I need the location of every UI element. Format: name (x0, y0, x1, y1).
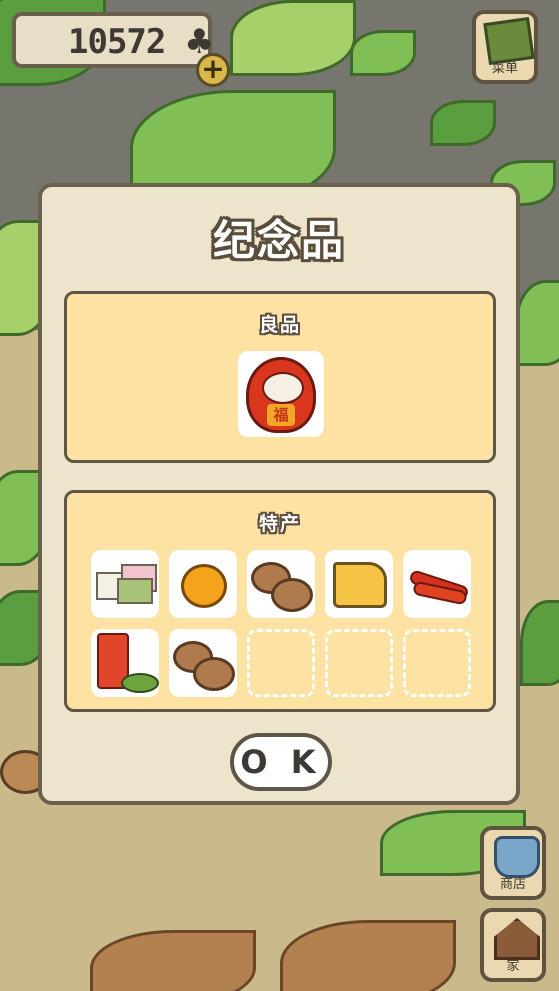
specialty-section: 特产 (64, 490, 496, 712)
item-slot-cheese[interactable] (325, 550, 393, 618)
clover-count: 10572 (68, 22, 166, 62)
tea-leaves-icon (121, 673, 159, 693)
empty-slot (403, 629, 471, 697)
home-button[interactable]: 家 (480, 908, 546, 982)
empty-slot (247, 629, 315, 697)
specialty-title: 特产 (258, 513, 301, 535)
item-slot-manju-2[interactable] (169, 629, 237, 697)
good-items-title: 良品 (258, 314, 301, 336)
menu-button[interactable]: 菜单 (472, 10, 538, 84)
orange-icon (181, 564, 227, 608)
souvenir-dialog: 纪念品 良品 福 特产 O K (38, 183, 520, 805)
ok-button[interactable]: O K (230, 733, 332, 791)
item-slot-orange[interactable] (169, 550, 237, 618)
shop-label: 商店 (499, 877, 526, 892)
daruma-icon: 福 (246, 357, 316, 433)
empty-slot (325, 629, 393, 697)
item-slot-chili[interactable] (403, 550, 471, 618)
item-slot-tea-tin[interactable] (91, 629, 159, 697)
menu-label: 菜单 (491, 61, 518, 76)
dialog-title: 纪念品 (212, 216, 345, 265)
bun-icon (193, 657, 235, 691)
leaf (430, 100, 496, 146)
bun-icon (271, 578, 313, 612)
leaf (230, 0, 356, 76)
shop-bag-icon (494, 836, 540, 878)
home-label: 家 (506, 959, 520, 974)
leaf (350, 30, 416, 76)
item-slot-manju[interactable] (247, 550, 315, 618)
mochi-green-icon (117, 578, 153, 604)
clover-counter: 10572 ♣ (12, 12, 214, 68)
item-slot-daruma[interactable]: 福 (238, 351, 324, 437)
house-icon (494, 918, 540, 960)
item-slot-sakura-mochi[interactable] (91, 550, 159, 618)
good-items-section: 良品 福 (64, 291, 496, 463)
add-clover-button[interactable]: + (196, 53, 230, 87)
shop-button[interactable]: 商店 (480, 826, 546, 900)
cheese-icon (333, 562, 387, 608)
